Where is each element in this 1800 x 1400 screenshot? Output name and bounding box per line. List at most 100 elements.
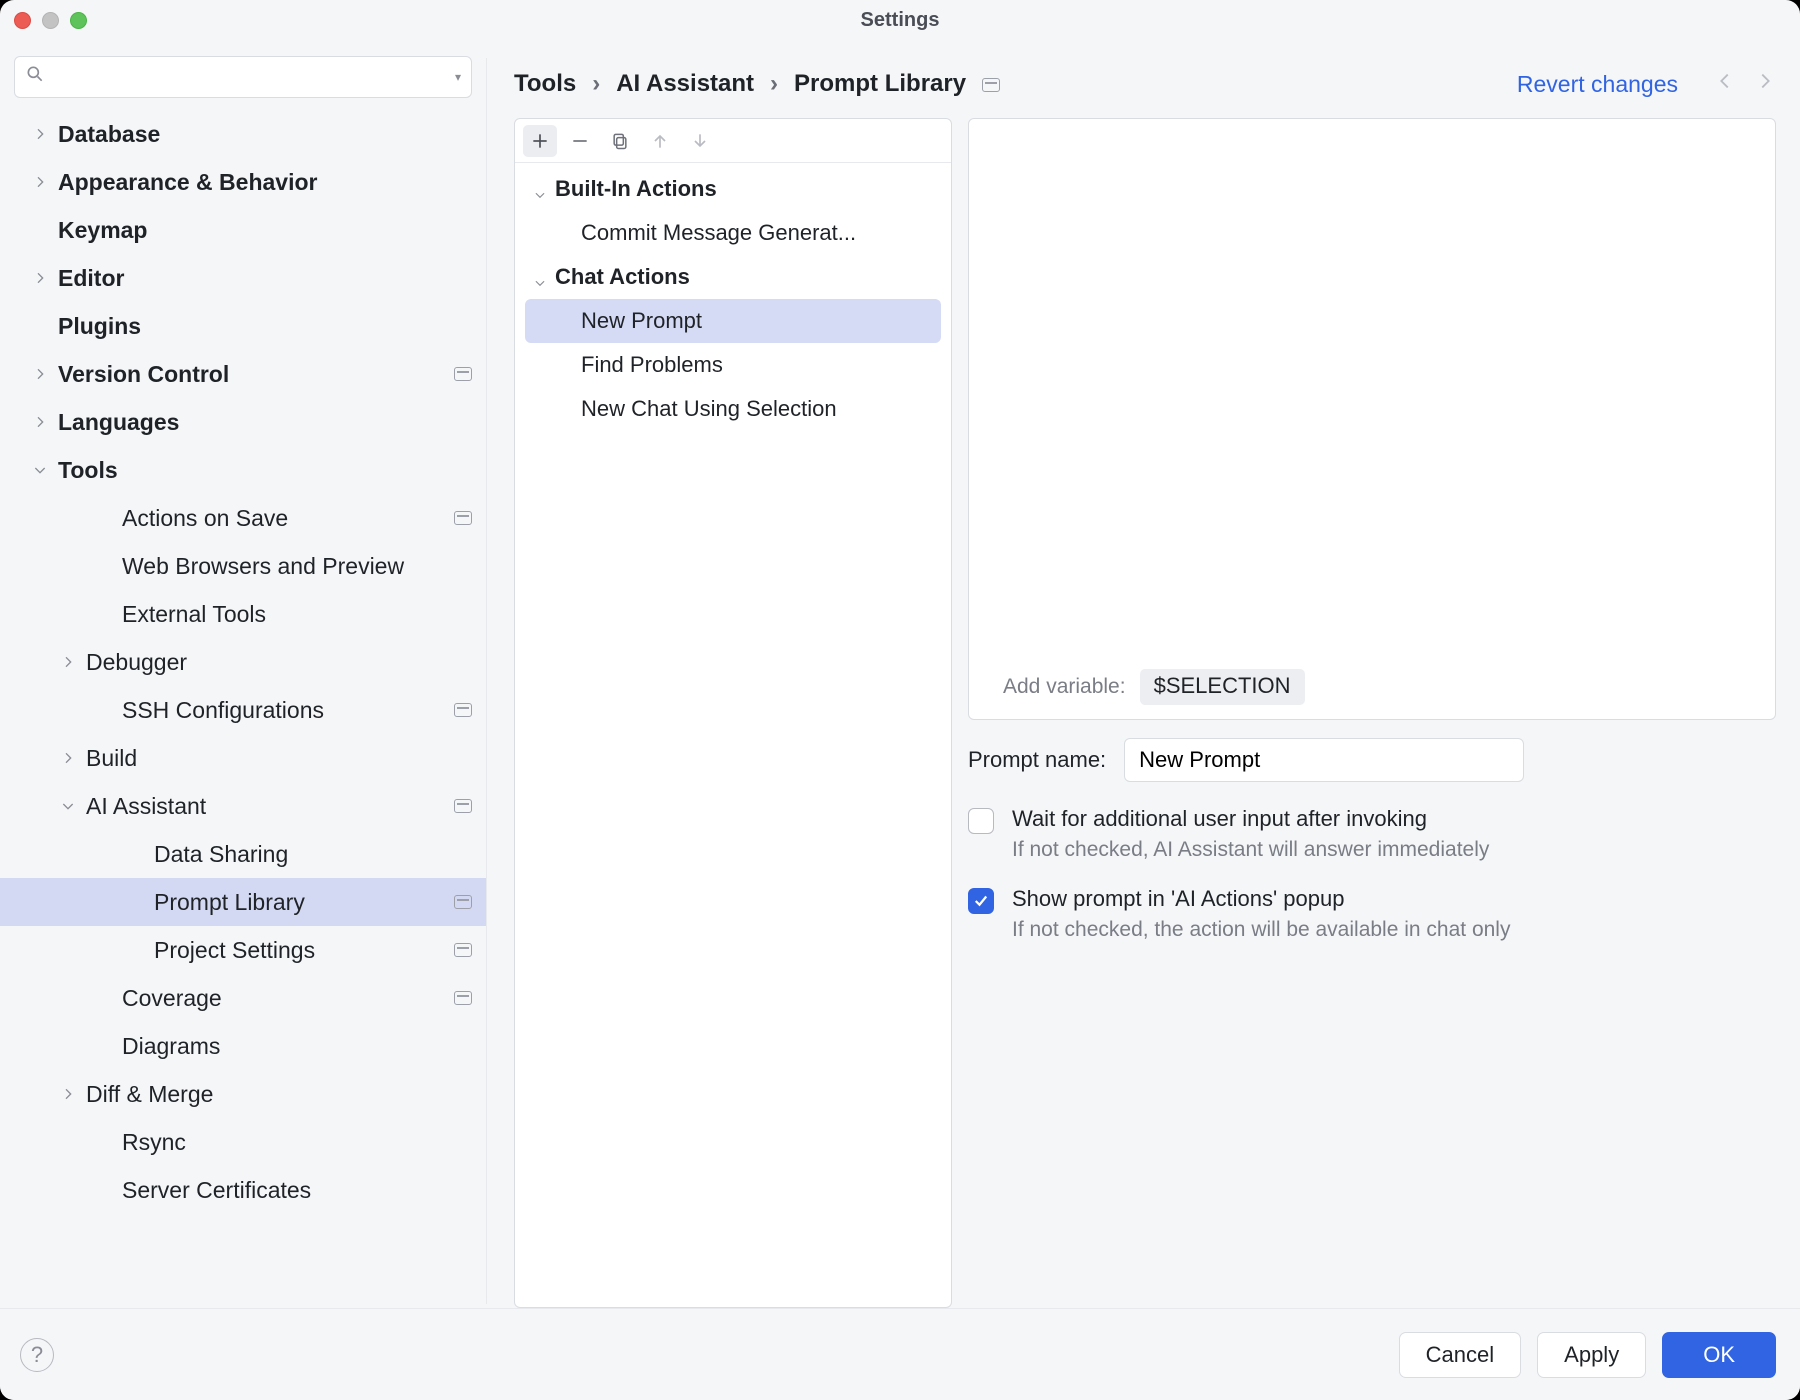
sidebar-item-label: Keymap [58,217,147,244]
sidebar-item-label: Diagrams [122,1033,220,1060]
sidebar-item[interactable]: SSH Configurations [0,686,486,734]
project-scope-badge [454,991,472,1005]
sidebar-item[interactable]: Editor [0,254,486,302]
add-button[interactable] [523,125,557,157]
sidebar-item-label: Editor [58,265,124,292]
forward-button[interactable] [1754,70,1776,98]
wait-input-hint: If not checked, AI Assistant will answer… [1012,838,1489,862]
apply-button[interactable]: Apply [1537,1332,1646,1378]
breadcrumb-item[interactable]: Prompt Library [794,70,966,98]
wait-input-label: Wait for additional user input after inv… [1012,806,1489,832]
show-popup-hint: If not checked, the action will be avail… [1012,918,1510,942]
prompt-list-item-label: Find Problems [581,352,723,378]
breadcrumb-item[interactable]: Tools [514,70,576,98]
sidebar-item-label: Prompt Library [154,889,305,916]
window-controls [14,12,87,29]
revert-changes-link[interactable]: Revert changes [1517,71,1678,98]
project-scope-badge [454,943,472,957]
breadcrumb-item[interactable]: AI Assistant [616,70,754,98]
sidebar-item[interactable]: Plugins [0,302,486,350]
chevron-down-icon [32,462,48,478]
settings-tree[interactable]: Database Appearance & Behavior Keymap Edito… [0,110,486,1308]
minimize-window-button[interactable] [42,12,59,29]
prompt-list-item[interactable]: Commit Message Generat... [515,211,951,255]
sidebar-item[interactable]: Diagrams [0,1022,486,1070]
project-scope-badge [982,78,1000,92]
sidebar-item-label: Coverage [122,985,222,1012]
titlebar: Settings [0,0,1800,40]
cancel-button[interactable]: Cancel [1399,1332,1521,1378]
move-up-button[interactable] [643,125,677,157]
chevron-down-icon [533,270,547,284]
move-down-button[interactable] [683,125,717,157]
prompt-name-label: Prompt name: [968,747,1106,773]
settings-search[interactable]: ▾ [14,56,472,98]
prompt-name-row: Prompt name: [968,738,1776,782]
sidebar-item[interactable]: Keymap [0,206,486,254]
prompt-name-input[interactable] [1124,738,1524,782]
sidebar-item[interactable]: External Tools [0,590,486,638]
settings-window: Settings ▾ Database Appearance & Behavior… [0,0,1800,1400]
dialog-button-bar: ? Cancel Apply OK [0,1308,1800,1400]
project-scope-badge [454,895,472,909]
sidebar-item-label: Debugger [86,649,187,676]
wait-input-checkbox[interactable] [968,808,994,834]
sidebar-item-label: External Tools [122,601,266,628]
prompt-list-item[interactable]: New Prompt [525,299,941,343]
variable-chip-selection[interactable]: $SELECTION [1140,669,1305,705]
sidebar-item[interactable]: Appearance & Behavior [0,158,486,206]
back-button[interactable] [1714,70,1736,98]
prompt-list-item[interactable]: Find Problems [515,343,951,387]
sidebar-item[interactable]: Project Settings [0,926,486,974]
settings-sidebar: ▾ Database Appearance & Behavior Keymap Edi… [0,40,486,1308]
sidebar-item[interactable]: Data Sharing [0,830,486,878]
show-popup-checkbox[interactable] [968,888,994,914]
sidebar-item[interactable]: Languages [0,398,486,446]
help-button[interactable]: ? [20,1338,54,1372]
project-scope-badge [454,799,472,813]
sidebar-item-label: Database [58,121,160,148]
chevron-right-icon [32,366,48,382]
project-scope-badge [454,367,472,381]
prompt-group-label: Built-In Actions [555,176,717,202]
sidebar-item[interactable]: Server Certificates [0,1166,486,1214]
prompt-list-item-label: New Prompt [581,308,702,334]
prompt-list-item-label: Commit Message Generat... [581,220,856,246]
sidebar-item[interactable]: Version Control [0,350,486,398]
copy-button[interactable] [603,125,637,157]
prompt-list[interactable]: Built-In Actions Commit Message Generat..… [515,163,951,1307]
prompt-group-header[interactable]: Built-In Actions [515,167,951,211]
close-window-button[interactable] [14,12,31,29]
sidebar-item[interactable]: Prompt Library [0,878,486,926]
sidebar-item[interactable]: Debugger [0,638,486,686]
sidebar-item[interactable]: Database [0,110,486,158]
settings-search-input[interactable] [51,65,449,89]
chevron-right-icon [32,270,48,286]
sidebar-item[interactable]: AI Assistant [0,782,486,830]
sidebar-item[interactable]: Web Browsers and Preview [0,542,486,590]
show-popup-row: Show prompt in 'AI Actions' popup If not… [968,886,1776,942]
sidebar-item-label: AI Assistant [86,793,206,820]
chevron-right-icon [32,414,48,430]
prompt-editor-panel: Add variable: $SELECTION Prompt name: Wa… [968,118,1776,1308]
sidebar-item-label: Actions on Save [122,505,288,532]
prompt-text-editor[interactable]: Add variable: $SELECTION [968,118,1776,720]
sidebar-item[interactable]: Rsync [0,1118,486,1166]
ok-button[interactable]: OK [1662,1332,1776,1378]
sidebar-item[interactable]: Diff & Merge [0,1070,486,1118]
prompt-group-label: Chat Actions [555,264,690,290]
prompt-group-header[interactable]: Chat Actions [515,255,951,299]
chevron-right-icon [32,126,48,142]
sidebar-item[interactable]: Actions on Save [0,494,486,542]
prompt-list-item[interactable]: New Chat Using Selection [515,387,951,431]
sidebar-item-label: SSH Configurations [122,697,324,724]
zoom-window-button[interactable] [70,12,87,29]
project-scope-badge [454,703,472,717]
sidebar-item[interactable]: Tools [0,446,486,494]
sidebar-item-label: Web Browsers and Preview [122,553,404,580]
chevron-right-icon [60,750,76,766]
sidebar-item[interactable]: Build [0,734,486,782]
remove-button[interactable] [563,125,597,157]
breadcrumb: Tools › AI Assistant › Prompt Library [514,70,1000,98]
sidebar-item[interactable]: Coverage [0,974,486,1022]
